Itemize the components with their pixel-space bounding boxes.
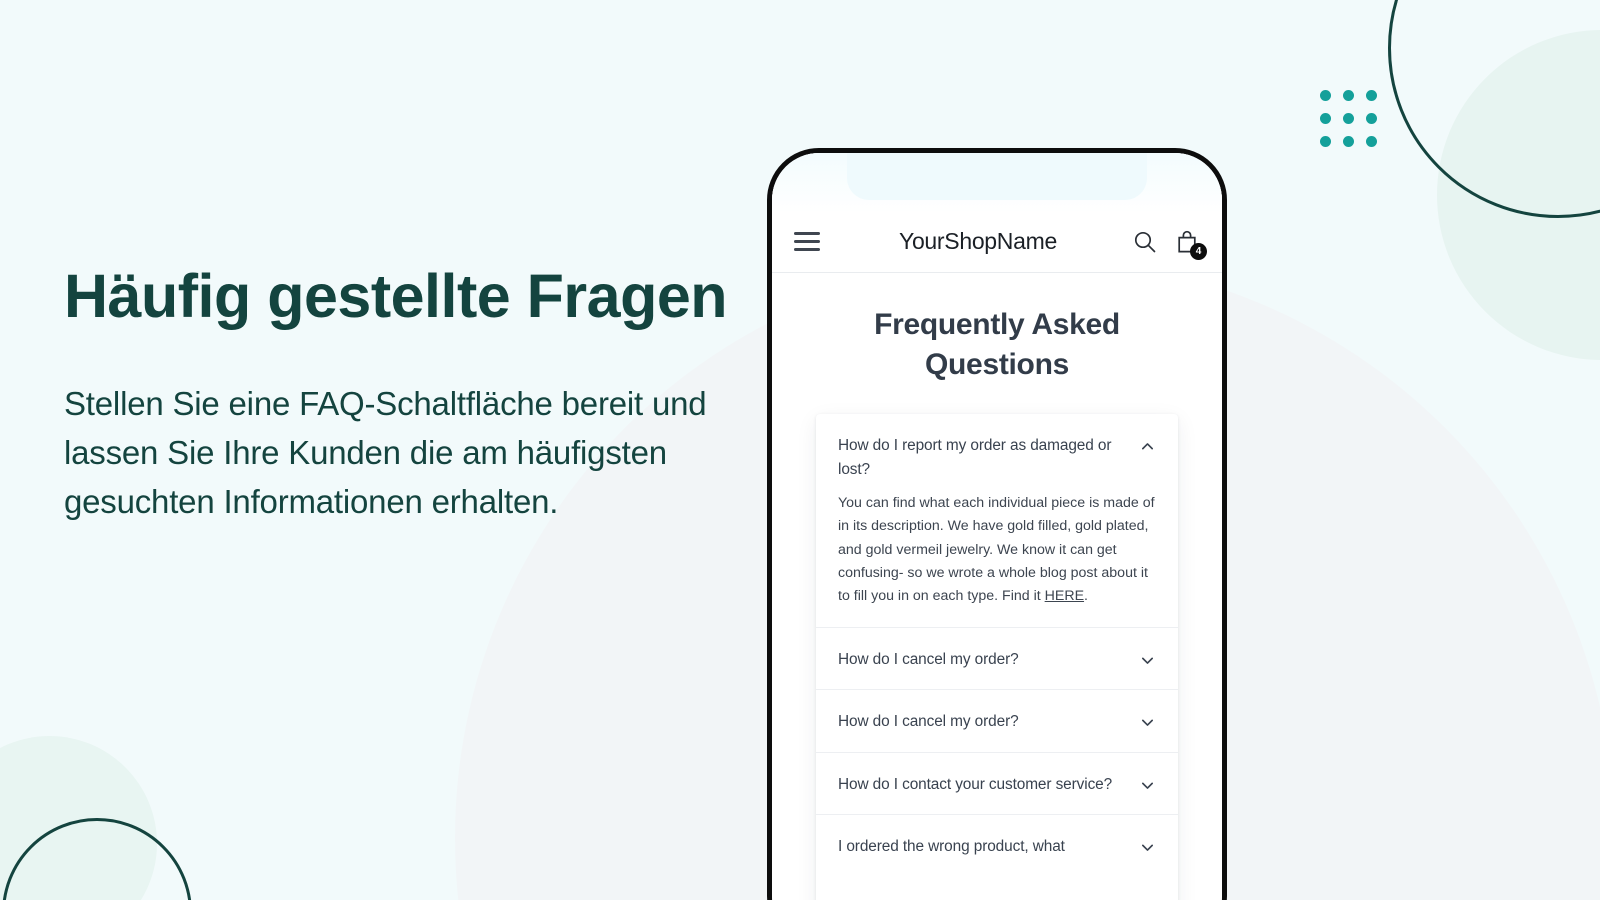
faq-accordion-card: How do I report my order as damaged or l…	[816, 414, 1178, 900]
chevron-down-icon[interactable]	[1139, 714, 1156, 731]
faq-page-heading: Frequently Asked Questions	[874, 308, 1120, 381]
dot	[1366, 136, 1377, 147]
chevron-up-icon[interactable]	[1139, 438, 1156, 455]
faq-question-row[interactable]: How do I cancel my order?	[838, 710, 1156, 734]
mint-circle-top-right-decoration	[1437, 30, 1600, 360]
dot	[1366, 90, 1377, 101]
faq-question-row[interactable]: How do I contact your customer service?	[838, 773, 1156, 797]
dot	[1320, 113, 1331, 124]
dot	[1343, 136, 1354, 147]
dot	[1320, 90, 1331, 101]
faq-item[interactable]: How do I report my order as damaged or l…	[816, 414, 1178, 628]
ring-outline-top-right-decoration	[1388, 0, 1600, 218]
faq-question-row[interactable]: I ordered the wrong product, what	[838, 835, 1156, 859]
faq-question-text: How do I contact your customer service?	[838, 775, 1113, 793]
dot	[1343, 113, 1354, 124]
faq-item[interactable]: How do I contact your customer service?	[816, 753, 1178, 816]
shop-name-label: YourShopName	[899, 228, 1057, 254]
faq-question-row[interactable]: How do I cancel my order?	[838, 648, 1156, 672]
shopping-bag-icon[interactable]: 4	[1174, 229, 1207, 260]
dot-grid-decoration	[1320, 90, 1377, 147]
faq-question-text: How do I report my order as damaged or l…	[838, 437, 1112, 478]
chevron-down-icon[interactable]	[1139, 777, 1156, 794]
faq-question-row[interactable]: How do I report my order as damaged or l…	[838, 434, 1156, 481]
search-icon[interactable]	[1132, 229, 1158, 255]
chevron-down-icon[interactable]	[1139, 652, 1156, 669]
faq-item[interactable]: I ordered the wrong product, what	[816, 815, 1178, 877]
hamburger-bar	[794, 248, 820, 251]
phone-mockup: YourShopName 4 Frequently Asked Question…	[767, 148, 1227, 900]
faq-question-text: How do I cancel my order?	[838, 713, 1019, 731]
chevron-down-icon[interactable]	[1139, 839, 1156, 856]
mint-circle-bottom-left-decoration	[0, 736, 157, 900]
page-subtitle: Stellen Sie eine FAQ-Schaltfläche bereit…	[64, 384, 707, 521]
faq-answer-part-2: .	[1084, 588, 1088, 605]
faq-answer-text: You can find what each individual piece …	[838, 492, 1156, 608]
hamburger-icon[interactable]	[794, 232, 820, 251]
faq-item[interactable]: How do I cancel my order?	[816, 628, 1178, 691]
dot	[1343, 90, 1354, 101]
phone-notch	[847, 153, 1147, 200]
hamburger-bar	[794, 240, 820, 243]
dot	[1366, 113, 1377, 124]
page-title: Häufig gestellte Fragen	[64, 262, 728, 330]
ring-outline-bottom-left-decoration	[2, 818, 192, 900]
cart-count-badge: 4	[1190, 242, 1207, 260]
faq-question-text: How do I cancel my order?	[838, 650, 1019, 668]
phone-screen: YourShopName 4 Frequently Asked Question…	[772, 153, 1222, 900]
faq-answer-part-1: You can find what each individual piece …	[838, 495, 1155, 605]
dot	[1320, 136, 1331, 147]
shop-header-bar: YourShopName 4	[772, 211, 1222, 273]
faq-question-text: I ordered the wrong product, what	[838, 838, 1065, 856]
marketing-copy-block: Häufig gestellte Fragen Stellen Sie eine…	[64, 258, 764, 526]
faq-item[interactable]: How do I cancel my order?	[816, 690, 1178, 753]
faq-answer-link[interactable]: HERE	[1045, 588, 1084, 604]
hamburger-bar	[794, 232, 820, 235]
header-icon-group: 4	[1132, 229, 1207, 260]
